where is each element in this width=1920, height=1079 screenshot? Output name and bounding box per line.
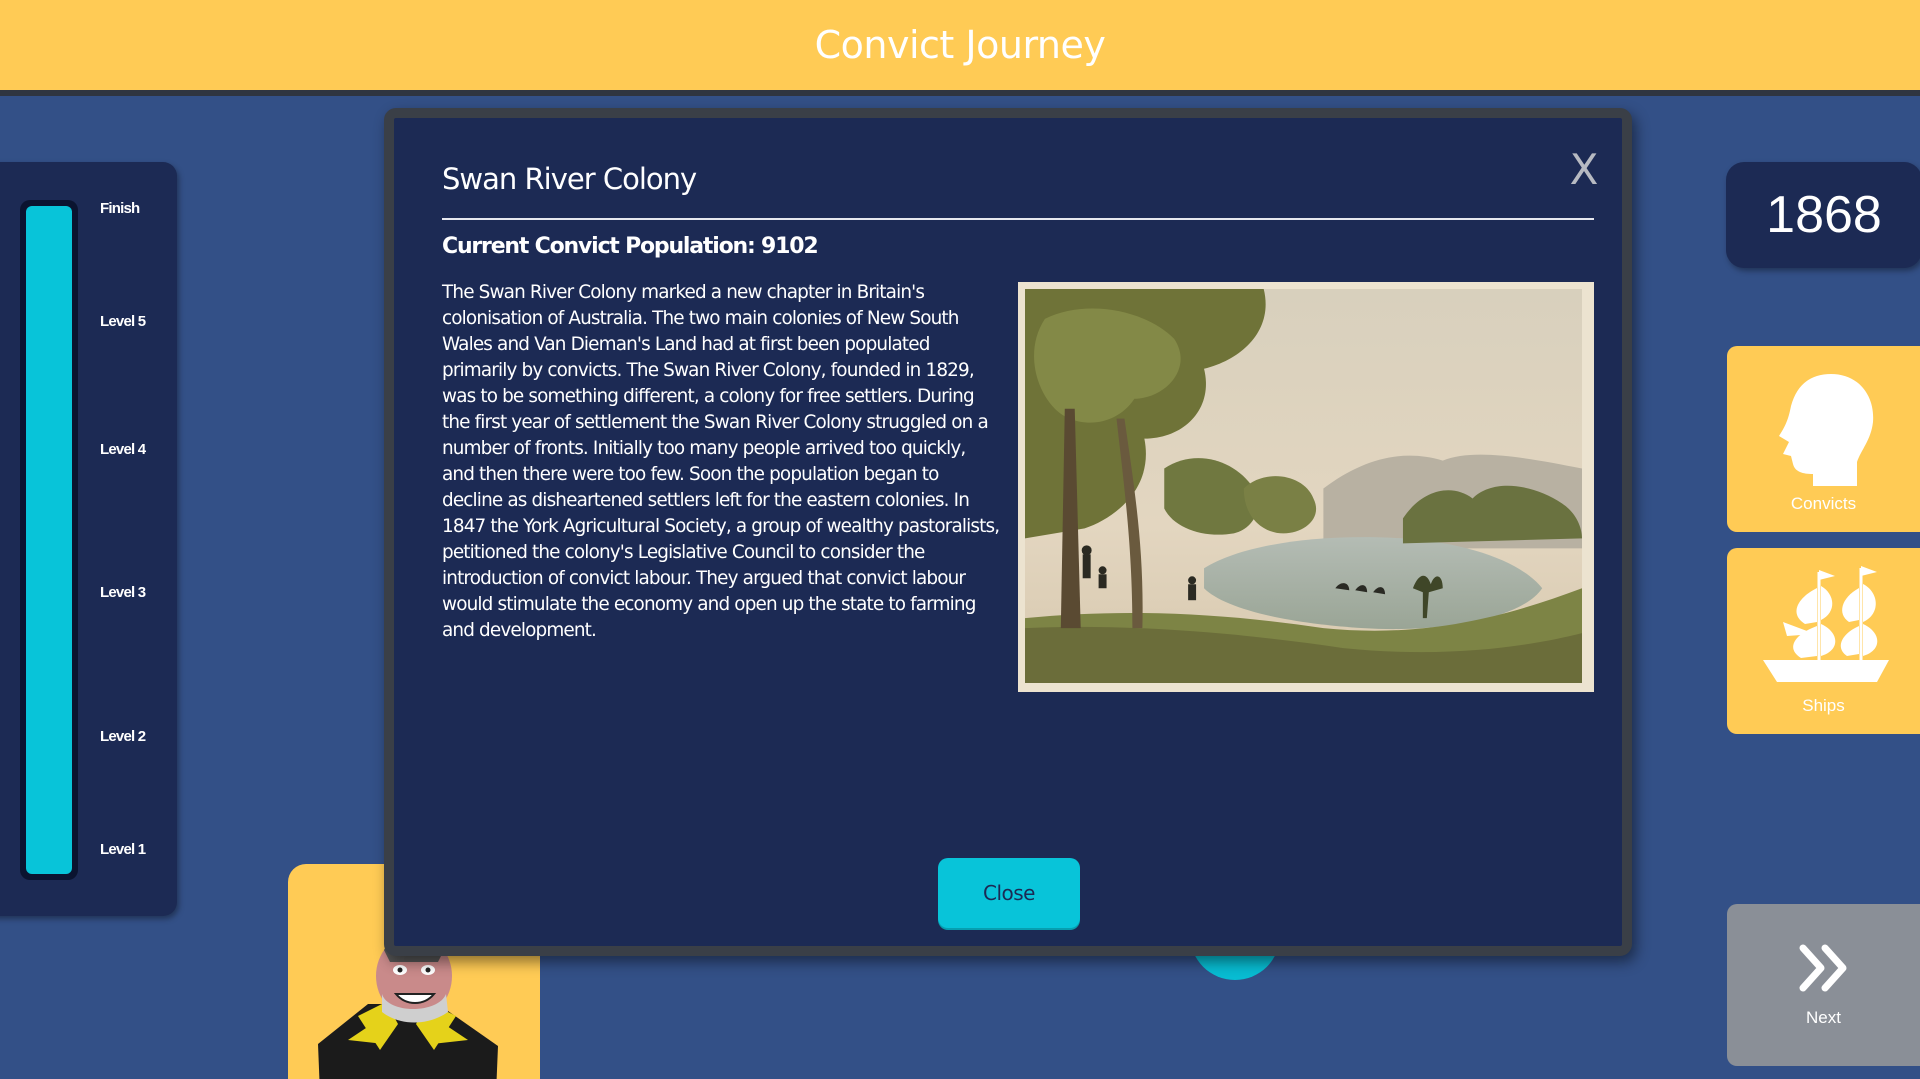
sailing-ship-icon	[1762, 566, 1889, 682]
close-icon[interactable]: X	[1564, 148, 1604, 192]
landscape-painting-image	[1025, 289, 1582, 683]
modal-title: Swan River Colony	[442, 162, 697, 196]
ships-label: Ships	[1802, 696, 1845, 715]
level-label-1: Level 1	[100, 841, 146, 858]
swan-river-painting	[1018, 282, 1594, 692]
title-divider	[442, 218, 1594, 220]
modal-description: The Swan River Colony marked a new chapt…	[442, 282, 1000, 641]
ships-button[interactable]: Ships	[1727, 548, 1920, 734]
level-progress-fill	[26, 206, 72, 874]
app-title: Convict Journey	[814, 23, 1106, 67]
level-progress-panel: Finish Level 5 Level 4 Level 3 Level 2 L…	[0, 162, 177, 916]
next-button[interactable]: Next	[1727, 904, 1920, 1066]
close-button[interactable]: Close	[938, 858, 1080, 928]
level-label-finish: Finish	[100, 200, 140, 217]
year-value: 1868	[1766, 186, 1882, 244]
level-label-4: Level 4	[100, 441, 146, 458]
convicts-button[interactable]: Convicts	[1727, 346, 1920, 532]
convicts-label: Convicts	[1790, 494, 1857, 513]
level-label-5: Level 5	[100, 313, 146, 330]
top-bar: Convict Journey	[0, 0, 1920, 96]
level-label-3: Level 3	[100, 584, 146, 601]
head-silhouette-icon	[1778, 374, 1873, 486]
level-label-2: Level 2	[100, 728, 146, 745]
next-label: Next	[1806, 1008, 1841, 1027]
info-modal: Swan River Colony X Current Convict Popu…	[384, 108, 1632, 956]
convict-population: Current Convict Population: 9102	[442, 234, 819, 259]
level-progress-track	[20, 200, 78, 880]
double-chevron-right-icon	[1799, 944, 1846, 992]
year-indicator: 1868	[1726, 162, 1920, 268]
